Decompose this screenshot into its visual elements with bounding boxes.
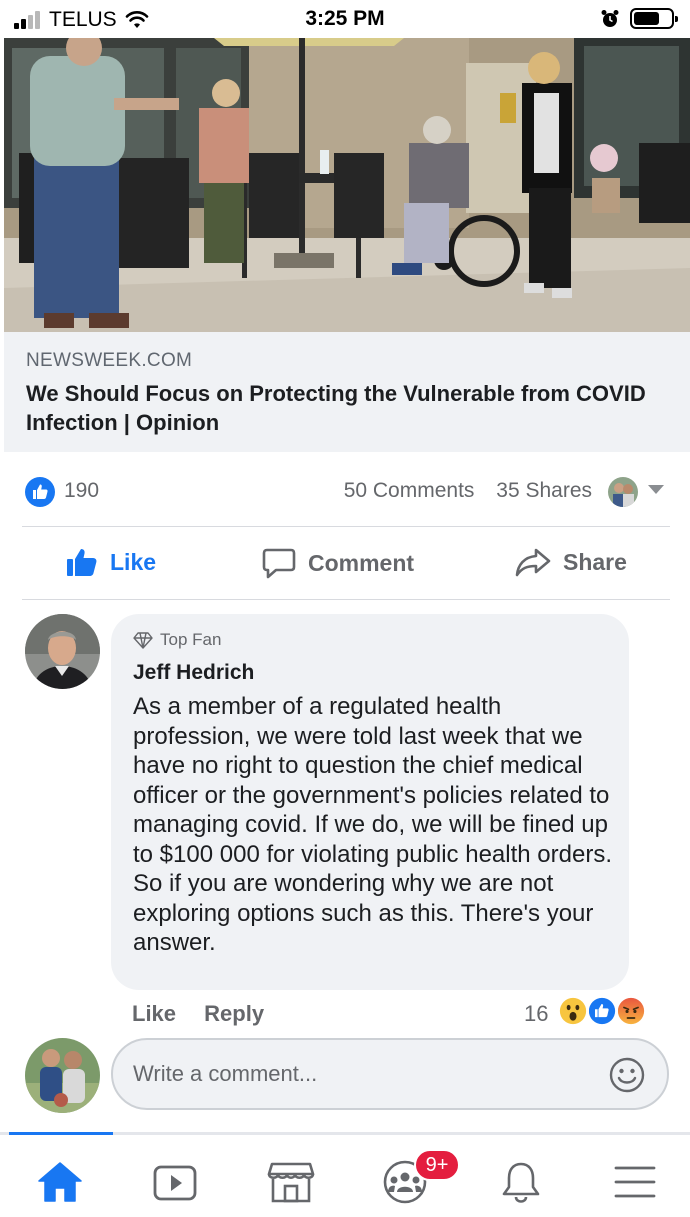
post-actions: Like Comment Share — [0, 530, 690, 598]
link-preview[interactable]: NEWSWEEK.COM We Should Focus on Protecti… — [4, 332, 690, 452]
comment-text: As a member of a regulated health profes… — [133, 693, 612, 956]
status-clock: 3:25 PM — [305, 7, 385, 30]
divider — [22, 526, 670, 527]
status-bar: TELUS 3:25 PM — [0, 0, 690, 38]
comment-actions: Like Reply — [132, 1001, 264, 1027]
reactions-summary: 190 50 Comments 35 Shares — [0, 460, 690, 522]
share-button-label: Share — [563, 548, 627, 575]
groups-notification-badge: 9+ — [414, 1149, 460, 1181]
top-fan-label: Top Fan — [160, 630, 222, 649]
hamburger-menu-icon — [614, 1166, 656, 1198]
like-button-label: Like — [110, 548, 157, 575]
comments-count[interactable]: 50 Comments — [344, 479, 475, 502]
my-avatar[interactable] — [25, 1038, 100, 1113]
marketplace-shop-icon — [267, 1162, 315, 1203]
status-right — [600, 8, 678, 29]
comment-button-label: Comment — [308, 549, 415, 576]
angry-reaction-icon — [615, 995, 647, 1027]
engagement-counts: 50 Comments 35 Shares — [344, 479, 592, 503]
video-play-icon — [153, 1165, 197, 1201]
wow-reaction-icon — [557, 995, 589, 1027]
top-fan-badge: Top Fan — [133, 628, 607, 652]
comment-input[interactable]: Write a comment... — [111, 1038, 669, 1110]
like-reaction-icon — [25, 477, 55, 507]
diamond-icon — [133, 631, 153, 649]
alarm-clock-icon — [601, 9, 619, 27]
comment-button[interactable]: Comment — [262, 547, 414, 579]
bottom-navigation: 9+ — [0, 1132, 690, 1217]
viewer-avatar-mini[interactable] — [608, 477, 638, 507]
bell-icon — [502, 1162, 540, 1203]
nav-marketplace[interactable] — [266, 1157, 316, 1207]
nav-menu[interactable] — [610, 1157, 660, 1207]
nav-home[interactable] — [35, 1157, 85, 1207]
like-button[interactable]: Like — [66, 547, 156, 577]
article-image[interactable] — [4, 38, 690, 332]
nav-watch[interactable] — [150, 1157, 200, 1207]
commenter-name[interactable]: Jeff Hedrich — [133, 660, 607, 686]
thumbs-up-icon — [67, 549, 97, 576]
comment-reply-button[interactable]: Reply — [204, 1001, 264, 1026]
comment-bubble[interactable]: Top Fan Jeff Hedrich As a member of a re… — [111, 614, 629, 990]
comment-reaction-count[interactable]: 16 — [524, 1001, 548, 1027]
active-tab-indicator — [9, 1132, 113, 1135]
comment-bubble-icon — [262, 548, 296, 579]
nav-notifications[interactable] — [496, 1157, 546, 1207]
comment-like-button[interactable]: Like — [132, 1001, 176, 1026]
link-title: We Should Focus on Protecting the Vulner… — [26, 381, 646, 435]
share-button[interactable]: Share — [515, 547, 627, 577]
divider — [22, 599, 670, 600]
link-domain: NEWSWEEK.COM — [26, 350, 193, 371]
comment-input-placeholder: Write a comment... — [133, 1061, 318, 1086]
shares-count[interactable]: 35 Shares — [496, 479, 592, 502]
home-icon — [38, 1162, 82, 1202]
emoji-picker-icon[interactable] — [609, 1057, 645, 1093]
like-reaction-small-icon — [586, 995, 618, 1027]
article-photo — [4, 38, 690, 332]
audience-dropdown-icon[interactable] — [648, 485, 664, 494]
like-count[interactable]: 190 — [64, 479, 99, 503]
commenter-avatar[interactable] — [25, 614, 100, 689]
battery-icon — [630, 8, 678, 29]
share-arrow-icon — [515, 548, 551, 577]
